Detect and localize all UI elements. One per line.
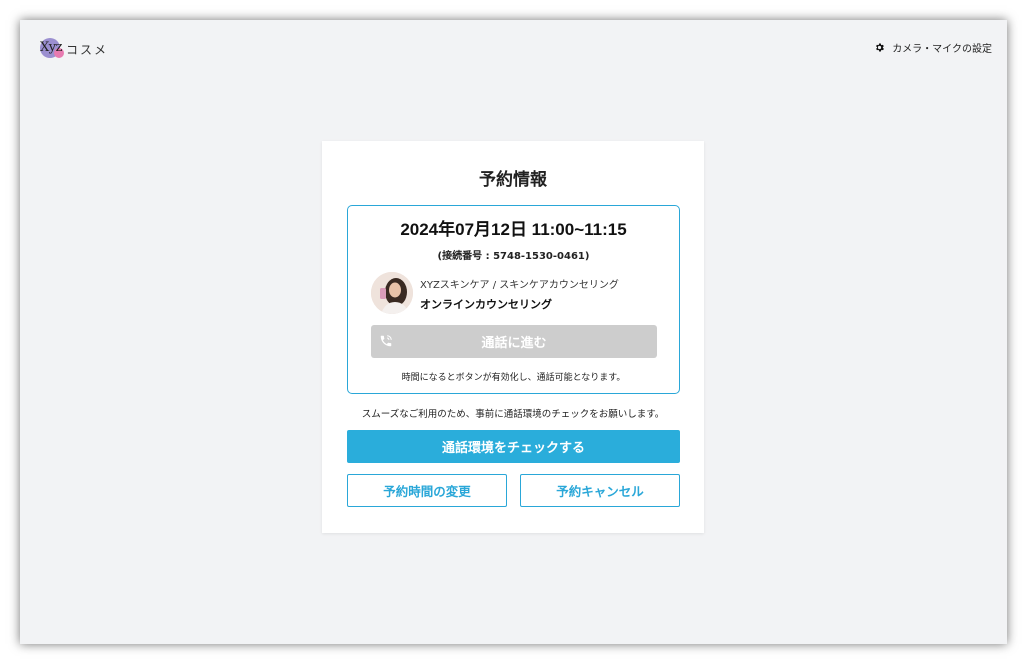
check-call-environment-button[interactable]: 通話環境をチェックする xyxy=(347,430,680,463)
logo-text: コスメ xyxy=(66,42,109,57)
logo-mark-text: Xyz xyxy=(40,40,62,55)
plan-type: オンラインカウンセリング xyxy=(420,298,552,311)
call-button-label: 通話に進む xyxy=(481,336,547,351)
environment-check-guide: スムーズなご利用のため、事前に通話環境のチェックをお願いします。 xyxy=(361,409,665,420)
plan-name: XYZスキンケア / スキンケアカウンセリング xyxy=(420,280,619,291)
cancel-reservation-button[interactable]: 予約キャンセル xyxy=(520,474,680,507)
counselor-avatar xyxy=(371,272,413,314)
logo-mark: Xyz xyxy=(40,38,64,60)
brand-logo[interactable]: Xyz コスメ xyxy=(40,38,108,60)
proceed-to-call-button[interactable]: 通話に進む xyxy=(371,325,657,358)
gear-icon xyxy=(876,43,885,52)
reservation-card: 予約情報 2024年07月12日 11:00~11:15 (接続番号 : 574… xyxy=(322,141,704,533)
page-title: 予約情報 xyxy=(479,170,547,190)
reservation-info-box: 2024年07月12日 11:00~11:15 (接続番号 : 5748-153… xyxy=(347,205,680,394)
settings-label: カメラ・マイクの設定 xyxy=(892,44,992,55)
reservation-datetime: 2024年07月12日 11:00~11:15 xyxy=(400,220,627,239)
phone-icon xyxy=(380,335,392,347)
connection-number: (接続番号 : 5748-1530-0461) xyxy=(437,251,590,262)
app-window: Xyz コスメ カメラ・マイクの設定 予約情報 2024年07月12日 11:0… xyxy=(20,20,1007,644)
change-reservation-time-button[interactable]: 予約時間の変更 xyxy=(347,474,507,507)
call-availability-note: 時間になるとボタンが有効化し、通話可能となります。 xyxy=(401,373,626,383)
camera-mic-settings-link[interactable]: カメラ・マイクの設定 xyxy=(874,40,992,55)
